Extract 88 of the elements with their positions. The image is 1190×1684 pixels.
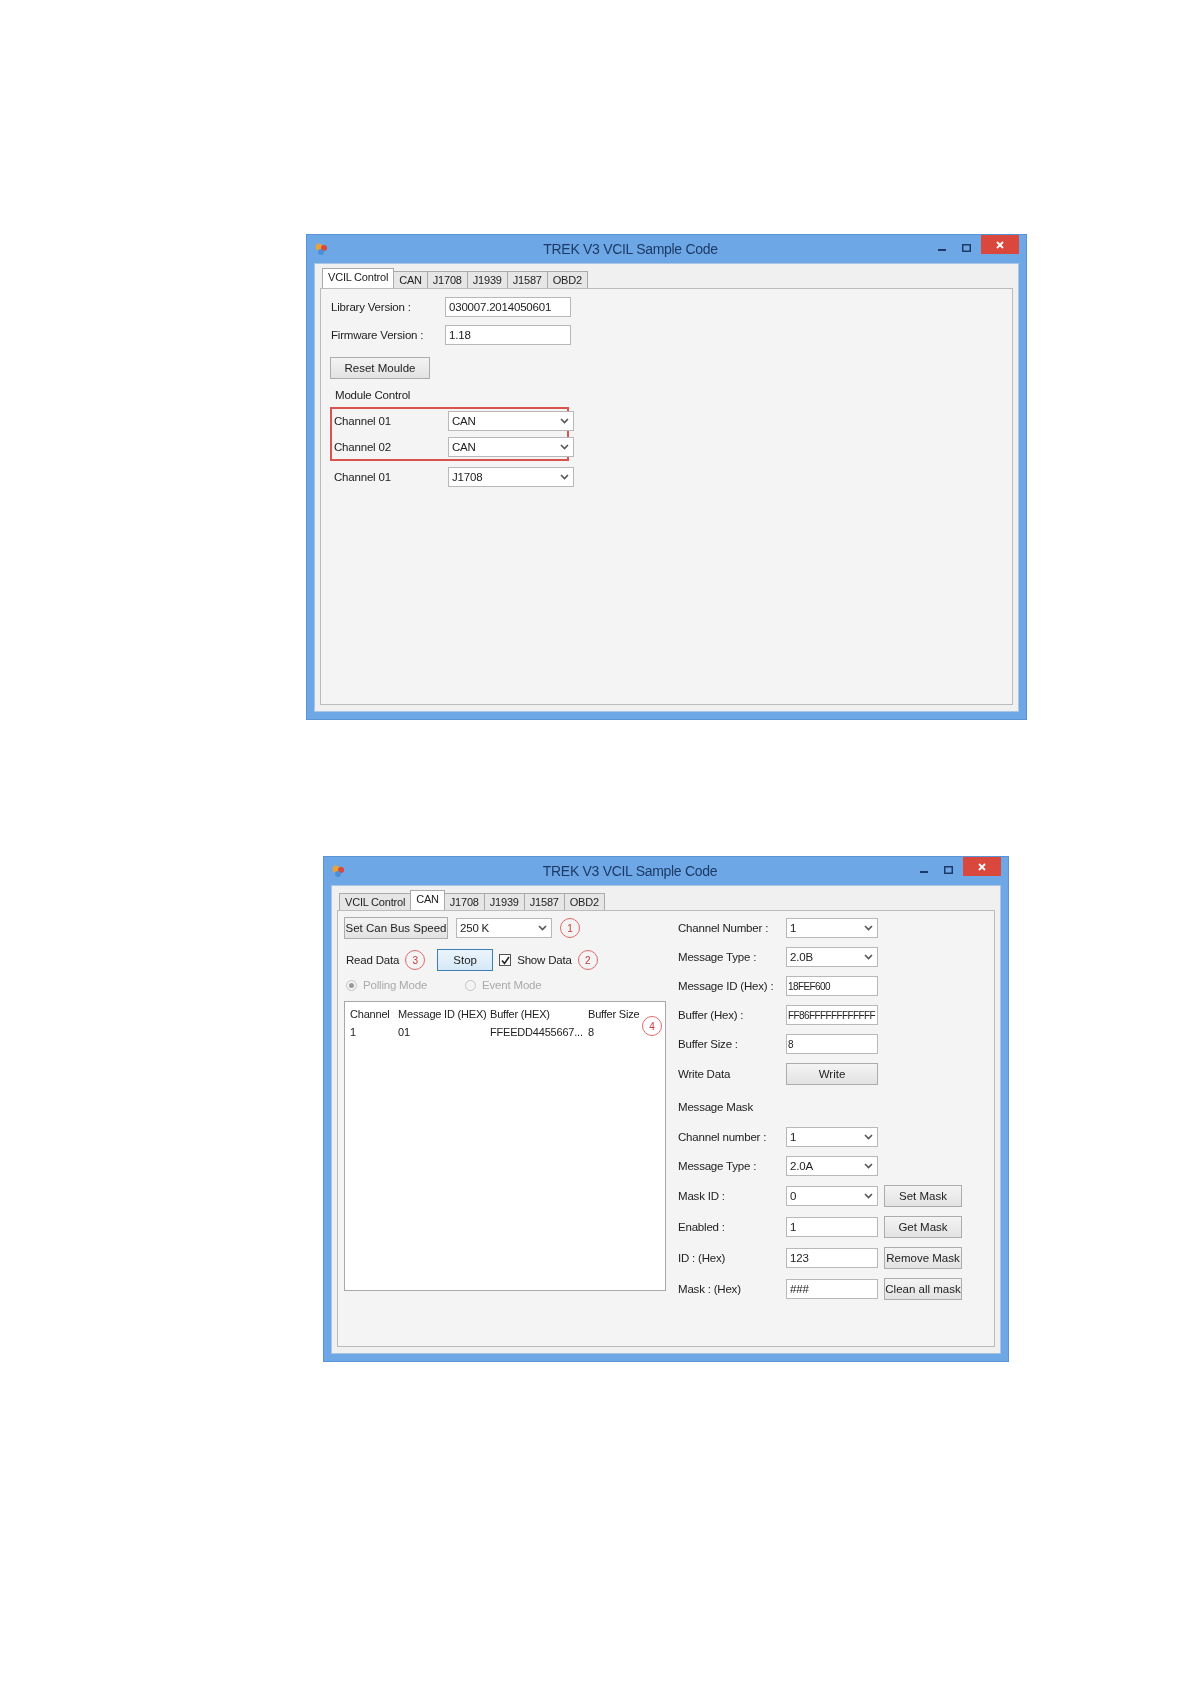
checkbox[interactable] [499, 954, 512, 966]
table-cell-text: 01 [398, 1026, 411, 1038]
field-label: Channel Number : [678, 922, 770, 934]
chevron-down-icon [864, 925, 873, 931]
text-field[interactable]: FF86FFFFFFFFFFFF [786, 1005, 878, 1025]
chevron-down-icon [864, 954, 873, 960]
text-field[interactable]: ### [786, 1279, 878, 1299]
mask-button[interactable]: Get Mask [884, 1216, 962, 1238]
tab[interactable]: J1708 [443, 893, 485, 910]
app-icon [314, 242, 328, 256]
field-label: Mask ID : [678, 1190, 726, 1202]
maximize-icon [961, 244, 971, 252]
stop-button[interactable]: Stop [437, 949, 494, 971]
field-label: Message Type : [678, 1160, 758, 1172]
field-label: Buffer (Hex) : [678, 1009, 745, 1021]
channel-label: Channel 02 [334, 441, 392, 453]
text-field[interactable]: 1 [786, 1217, 878, 1237]
dropdown[interactable]: 1 [786, 918, 878, 938]
radio-label: Event Mode [482, 979, 542, 991]
table-cell-text: 1 [350, 1026, 357, 1038]
column-header[interactable]: Channel [350, 1008, 398, 1020]
dropdown[interactable]: CAN [448, 411, 574, 431]
field-label: Firmware Version : [331, 329, 425, 341]
channel-label: Channel 01 [334, 471, 392, 483]
tab[interactable]: VCIL Control [322, 268, 395, 288]
close-icon [978, 862, 986, 871]
chevron-down-icon [560, 444, 569, 450]
tab[interactable]: J1939 [466, 271, 508, 288]
field-label: Buffer Size : [678, 1038, 739, 1050]
dropdown[interactable]: 250 K [456, 918, 552, 938]
section-label: Module Control [335, 389, 412, 401]
text-field[interactable]: 18FEF600 [786, 976, 878, 996]
dropdown[interactable]: 2.0A [786, 1156, 878, 1176]
table-cell-text: FFEEDD4455667... [490, 1026, 584, 1038]
dropdown[interactable]: 0 [786, 1186, 878, 1206]
chevron-down-icon [864, 1163, 873, 1169]
reset-button[interactable]: Reset Moulde [330, 357, 430, 379]
write-button[interactable]: Write [786, 1063, 878, 1085]
field-label: Library Version : [331, 301, 412, 313]
app-icon [331, 864, 345, 878]
set-speed-button[interactable]: Set Can Bus Speed [344, 917, 448, 939]
tab[interactable]: J1587 [523, 893, 565, 910]
window-title: TREK V3 VCIL Sample Code [541, 863, 719, 879]
close-button[interactable] [963, 857, 1001, 876]
tab[interactable]: OBD2 [563, 893, 605, 910]
chevron-down-icon [864, 1193, 873, 1199]
field-label: Mask : (Hex) [678, 1283, 742, 1295]
field-label: Write Data [678, 1068, 732, 1080]
channel-label: Channel 01 [334, 415, 392, 427]
close-icon [996, 240, 1004, 249]
chevron-down-icon [864, 1134, 873, 1140]
tab[interactable]: CAN [393, 271, 428, 288]
chevron-down-icon [560, 474, 569, 480]
chevron-down-icon [560, 418, 569, 424]
field-label: ID : (Hex) [678, 1252, 727, 1264]
text-field[interactable]: 1.18 [445, 325, 571, 345]
dropdown[interactable]: 1 [786, 1127, 878, 1147]
tab[interactable]: J1939 [483, 893, 525, 910]
field-label: Message Type : [678, 951, 758, 963]
radio-label: Polling Mode [363, 979, 428, 991]
column-header[interactable]: Message ID (HEX) [398, 1008, 490, 1020]
close-button[interactable] [981, 235, 1019, 254]
section-label: Message Mask [678, 1101, 754, 1113]
window-title: TREK V3 VCIL Sample Code [542, 241, 719, 257]
field-label: Channel number : [678, 1131, 768, 1143]
column-header[interactable]: Buffer (HEX) [490, 1008, 588, 1020]
maximize-icon [943, 866, 953, 874]
dropdown[interactable]: 2.0B [786, 947, 878, 967]
field-label: Message ID (Hex) : [678, 980, 775, 992]
text-field[interactable]: 123 [786, 1248, 878, 1268]
tab[interactable]: J1708 [426, 271, 468, 288]
text-field[interactable]: 8 [786, 1034, 878, 1054]
dropdown[interactable]: CAN [448, 437, 574, 457]
field-label: Read Data [346, 954, 400, 966]
text-field[interactable]: 030007.2014050601 [445, 297, 571, 317]
mask-button[interactable]: Set Mask [884, 1185, 962, 1207]
mask-button[interactable]: Remove Mask [884, 1247, 962, 1269]
tab[interactable]: J1587 [506, 271, 548, 288]
chevron-down-icon [538, 925, 547, 931]
table-cell-text: 8 [588, 1026, 595, 1038]
field-label: Enabled : [678, 1221, 726, 1233]
tab[interactable]: CAN [410, 890, 445, 910]
tab[interactable]: VCIL Control [339, 893, 412, 910]
mask-button[interactable]: Clean all mask [884, 1278, 962, 1300]
checkbox-label: Show Data [517, 954, 572, 966]
tab[interactable]: OBD2 [546, 271, 588, 288]
checkmark-icon [500, 955, 510, 965]
dropdown[interactable]: J1708 [448, 467, 574, 487]
